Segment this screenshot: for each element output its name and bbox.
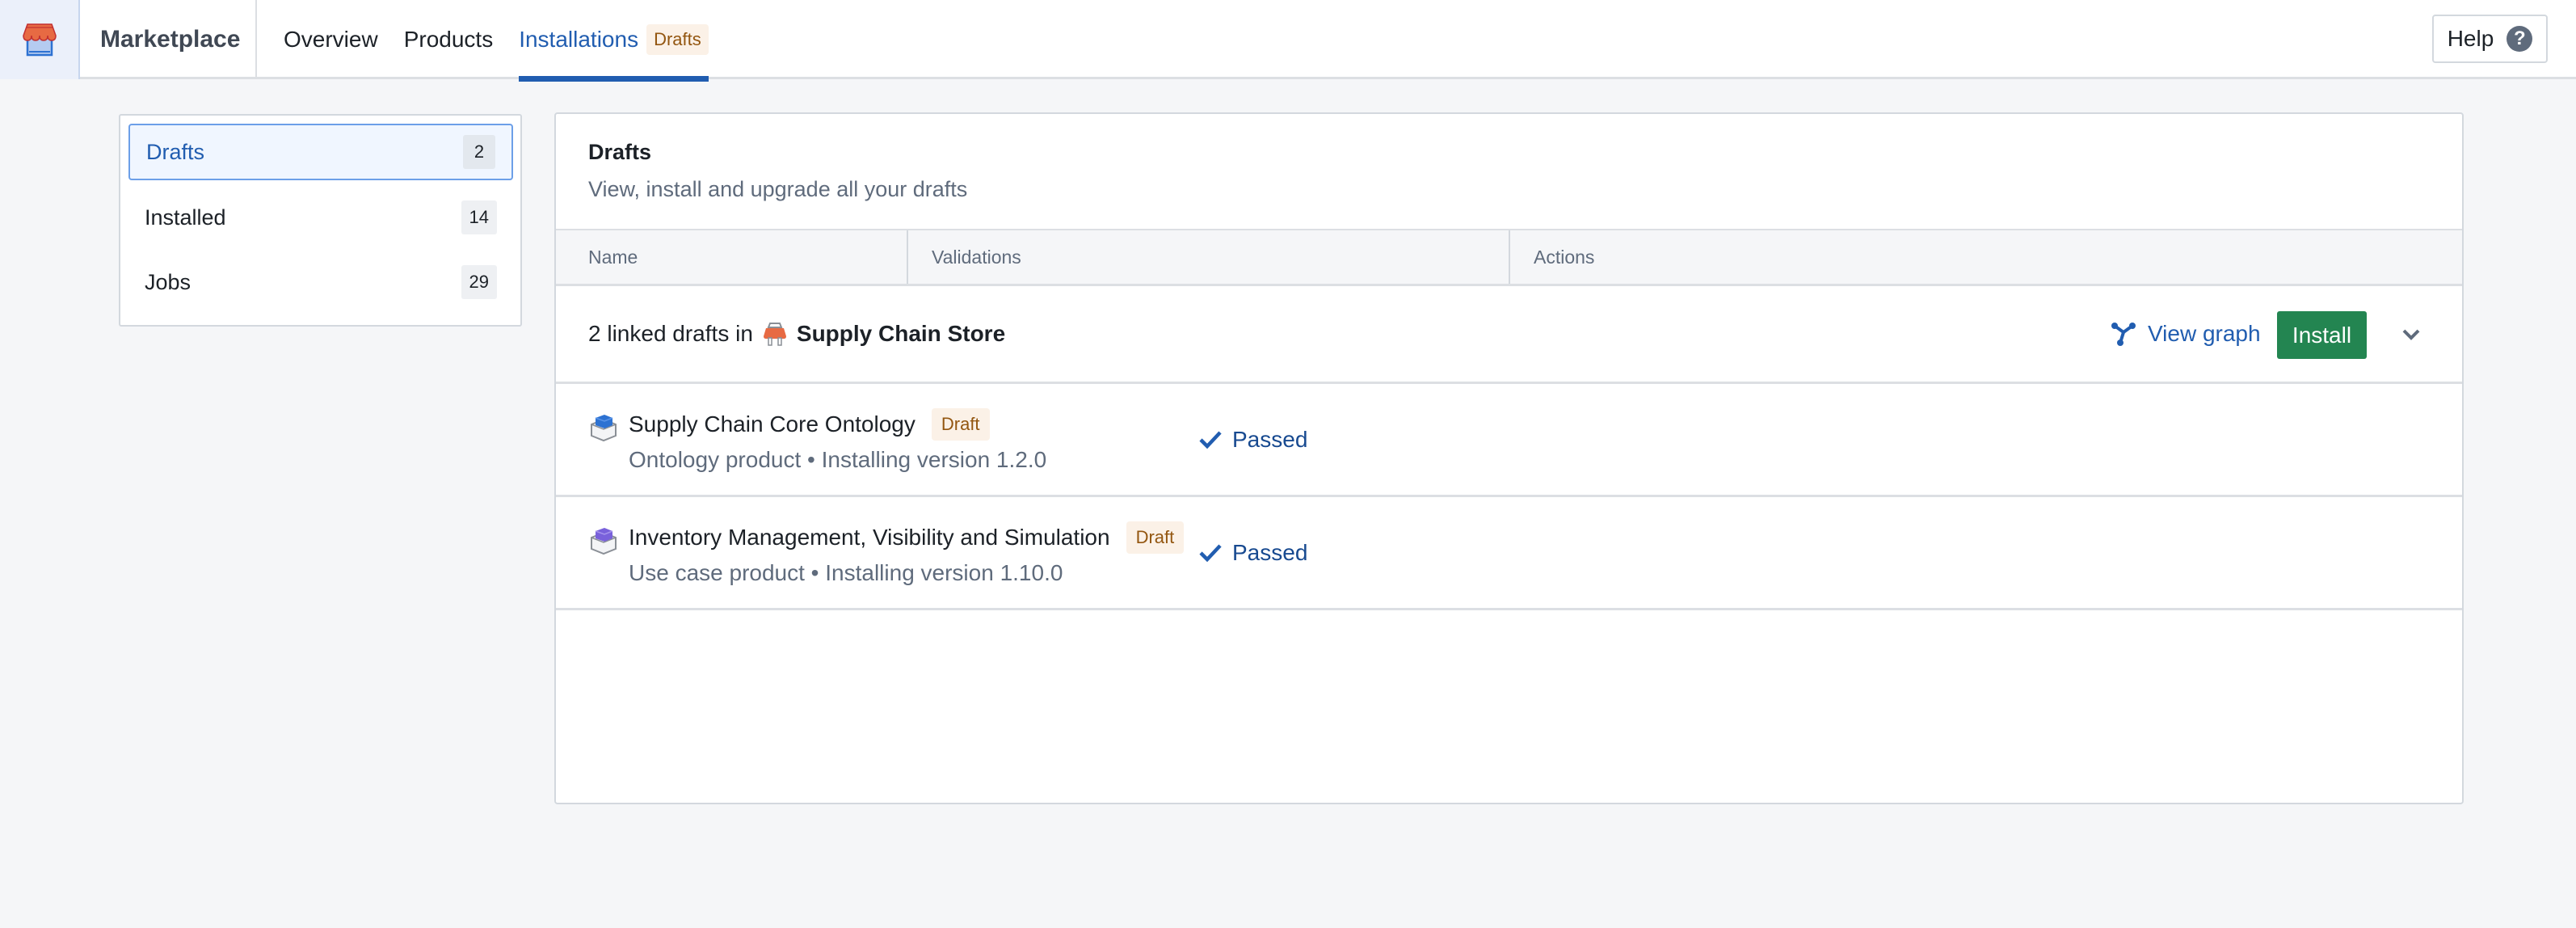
sidebar-item-label: Jobs: [145, 269, 192, 294]
install-button[interactable]: Install: [2277, 311, 2367, 359]
store-name[interactable]: Supply Chain Store: [797, 321, 1005, 347]
sidebar-item-drafts[interactable]: Drafts 2: [128, 124, 513, 180]
help-button[interactable]: Help ?: [2432, 15, 2548, 63]
view-graph-button[interactable]: View graph: [2111, 286, 2261, 382]
validation-label: Passed: [1232, 539, 1308, 565]
ontology-product-icon: [591, 415, 617, 442]
sidebar-item-count: 14: [461, 200, 497, 234]
draft-name-text: Supply Chain Core Ontology: [629, 411, 915, 437]
expand-group-button[interactable]: [2397, 320, 2426, 349]
validation-status: Passed: [1198, 497, 1307, 608]
main-nav: Overview Products Installations Drafts: [257, 0, 709, 82]
draft-name-text: Inventory Management, Visibility and Sim…: [629, 525, 1110, 550]
help-circle-icon: ?: [2507, 26, 2533, 52]
draft-tag: Draft: [1126, 521, 1185, 554]
panel-subtitle: View, install and upgrade all your draft…: [588, 177, 968, 201]
validation-status: Passed: [1198, 384, 1307, 495]
sidebar-item-installed[interactable]: Installed 14: [128, 189, 513, 246]
group-label: 2 linked drafts in Supply Chain Store: [588, 286, 1005, 382]
linked-drafts-group-row: 2 linked drafts in Supply Chain Store Vi…: [556, 286, 2462, 384]
storefront-icon: [22, 23, 57, 57]
draft-meta: Ontology product • Installing version 1.…: [629, 447, 1047, 472]
sidebar-item-label: Drafts: [146, 139, 205, 164]
installations-sidebar: Drafts 2 Installed 14 Jobs 29: [119, 114, 522, 327]
sidebar-item-jobs[interactable]: Jobs 29: [128, 254, 513, 310]
drafts-badge: Drafts: [646, 24, 709, 55]
group-prefix: 2 linked drafts in: [588, 321, 753, 346]
draft-meta: Use case product • Installing version 1.…: [629, 560, 1063, 585]
view-graph-label: View graph: [2148, 321, 2261, 346]
nav-products-label: Products: [403, 27, 494, 52]
draft-tag: Draft: [931, 408, 990, 441]
chevron-down-icon: [2402, 329, 2420, 340]
top-navigation-bar: Marketplace Overview Products Installati…: [0, 0, 2576, 82]
nav-overview[interactable]: Overview: [284, 0, 378, 79]
help-label: Help: [2447, 26, 2494, 51]
checkmark-icon: [1199, 543, 1222, 562]
draft-name[interactable]: Supply Chain Core Ontology Draft: [629, 408, 990, 441]
graph-icon: [2111, 323, 2136, 346]
nav-installations[interactable]: Installations Drafts: [519, 0, 709, 82]
store-icon: [763, 323, 786, 346]
draft-name[interactable]: Inventory Management, Visibility and Sim…: [629, 521, 1185, 554]
sidebar-item-count: 29: [461, 265, 497, 299]
draft-row[interactable]: Supply Chain Core Ontology Draft Ontolog…: [556, 384, 2462, 497]
nav-products[interactable]: Products: [404, 0, 494, 79]
app-title: Marketplace: [80, 0, 257, 79]
sidebar-item-count: 2: [463, 135, 495, 169]
sidebar-item-label: Installed: [145, 205, 226, 230]
column-header-validations: Validations: [907, 230, 1509, 284]
use-case-product-icon: [591, 528, 617, 555]
nav-overview-label: Overview: [284, 27, 378, 52]
table-header: Name Validations Actions: [556, 229, 2462, 286]
nav-installations-label: Installations: [519, 27, 639, 52]
marketplace-logo[interactable]: [0, 0, 80, 79]
checkmark-icon: [1199, 430, 1222, 449]
draft-row[interactable]: Inventory Management, Visibility and Sim…: [556, 497, 2462, 610]
drafts-panel: Drafts View, install and upgrade all you…: [554, 112, 2464, 804]
column-header-actions: Actions: [1509, 230, 2462, 284]
panel-title: Drafts: [588, 140, 652, 164]
validation-label: Passed: [1232, 426, 1308, 452]
column-header-name: Name: [588, 246, 638, 268]
